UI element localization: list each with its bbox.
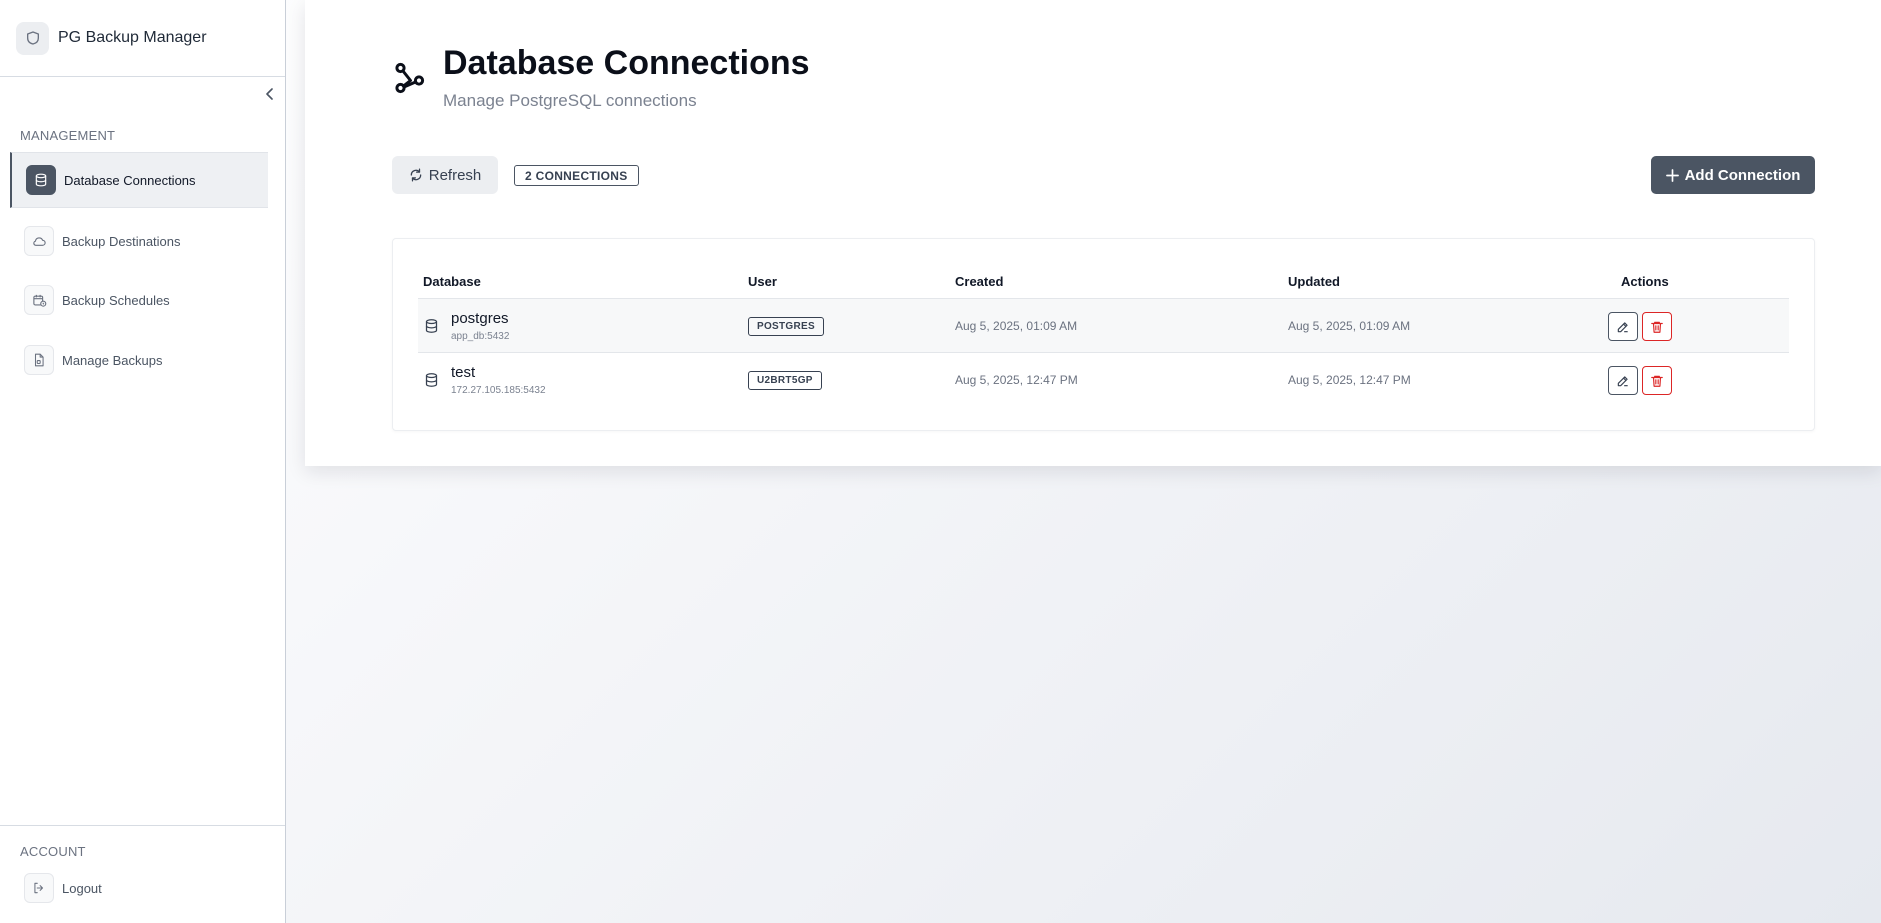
delete-button[interactable] bbox=[1642, 366, 1672, 395]
database-icon bbox=[424, 318, 439, 339]
sidebar: PG Backup Manager MANAGEMENT Database Co… bbox=[0, 0, 286, 923]
edit-button[interactable] bbox=[1608, 366, 1638, 395]
trash-icon bbox=[1651, 321, 1663, 333]
account-section-label: ACCOUNT bbox=[20, 844, 86, 859]
cloud-icon bbox=[24, 226, 54, 256]
database-name: postgres bbox=[451, 310, 509, 327]
add-connection-label: Add Connection bbox=[1684, 166, 1801, 184]
sidebar-item-backup-destinations[interactable]: Backup Destinations bbox=[10, 213, 268, 269]
file-archive-icon bbox=[24, 345, 54, 375]
add-connection-button[interactable]: Add Connection bbox=[1651, 156, 1815, 194]
sidebar-item-label: Manage Backups bbox=[62, 352, 163, 368]
sidebar-item-label: Backup Schedules bbox=[62, 292, 170, 308]
database-name: test bbox=[451, 364, 476, 381]
sidebar-item-database-connections[interactable]: Database Connections bbox=[10, 152, 268, 208]
database-host: 172.27.105.185:5432 bbox=[451, 385, 546, 396]
logout-label: Logout bbox=[62, 880, 102, 896]
logout-icon bbox=[24, 873, 54, 903]
edit-icon bbox=[1617, 321, 1628, 332]
user-badge: U2BRT5GP bbox=[748, 371, 822, 390]
chevron-left-icon bbox=[266, 88, 273, 100]
refresh-button[interactable]: Refresh bbox=[392, 156, 498, 194]
page-title: Database Connections bbox=[443, 44, 810, 82]
logout-button[interactable]: Logout bbox=[10, 860, 268, 916]
sidebar-item-label: Backup Destinations bbox=[62, 233, 181, 249]
user-badge: POSTGRES bbox=[748, 317, 824, 336]
database-host: app_db:5432 bbox=[451, 331, 510, 342]
column-header-created: Created bbox=[955, 274, 1004, 289]
calendar-clock-icon bbox=[24, 285, 54, 315]
column-header-database: Database bbox=[423, 274, 481, 289]
app-name: PG Backup Manager bbox=[58, 29, 207, 46]
edit-button[interactable] bbox=[1608, 312, 1638, 341]
sidebar-item-backup-schedules[interactable]: Backup Schedules bbox=[10, 272, 268, 328]
page-subtitle: Manage PostgreSQL connections bbox=[443, 91, 697, 110]
connections-table: Database User Created Updated Actions po… bbox=[392, 238, 1815, 431]
column-header-actions: Actions bbox=[1621, 274, 1669, 289]
table-row: test 172.27.105.185:5432 U2BRT5GP Aug 5,… bbox=[418, 353, 1789, 407]
column-header-user: User bbox=[748, 274, 777, 289]
created-date: Aug 5, 2025, 12:47 PM bbox=[955, 373, 1078, 387]
database-icon bbox=[424, 372, 439, 393]
sidebar-item-manage-backups[interactable]: Manage Backups bbox=[10, 332, 268, 388]
connections-icon bbox=[394, 61, 426, 95]
collapse-sidebar-button[interactable] bbox=[262, 86, 278, 102]
refresh-label: Refresh bbox=[428, 166, 482, 184]
brand: PG Backup Manager bbox=[0, 0, 285, 77]
connections-count-badge: 2 CONNECTIONS bbox=[514, 165, 639, 186]
management-section-label: MANAGEMENT bbox=[20, 128, 116, 143]
table-row: postgres app_db:5432 POSTGRES Aug 5, 202… bbox=[418, 299, 1789, 353]
column-header-updated: Updated bbox=[1288, 274, 1340, 289]
updated-date: Aug 5, 2025, 01:09 AM bbox=[1288, 319, 1411, 333]
sidebar-item-label: Database Connections bbox=[64, 172, 196, 188]
delete-button[interactable] bbox=[1642, 312, 1672, 341]
created-date: Aug 5, 2025, 01:09 AM bbox=[955, 319, 1078, 333]
refresh-icon bbox=[410, 168, 422, 182]
trash-icon bbox=[1651, 375, 1663, 387]
sidebar-footer: ACCOUNT Logout bbox=[0, 825, 285, 923]
database-icon bbox=[26, 165, 56, 195]
updated-date: Aug 5, 2025, 12:47 PM bbox=[1288, 373, 1411, 387]
edit-icon bbox=[1617, 375, 1628, 386]
plus-icon bbox=[1665, 168, 1679, 182]
shield-icon bbox=[16, 21, 49, 55]
main-panel: Database Connections Manage PostgreSQL c… bbox=[305, 0, 1881, 466]
